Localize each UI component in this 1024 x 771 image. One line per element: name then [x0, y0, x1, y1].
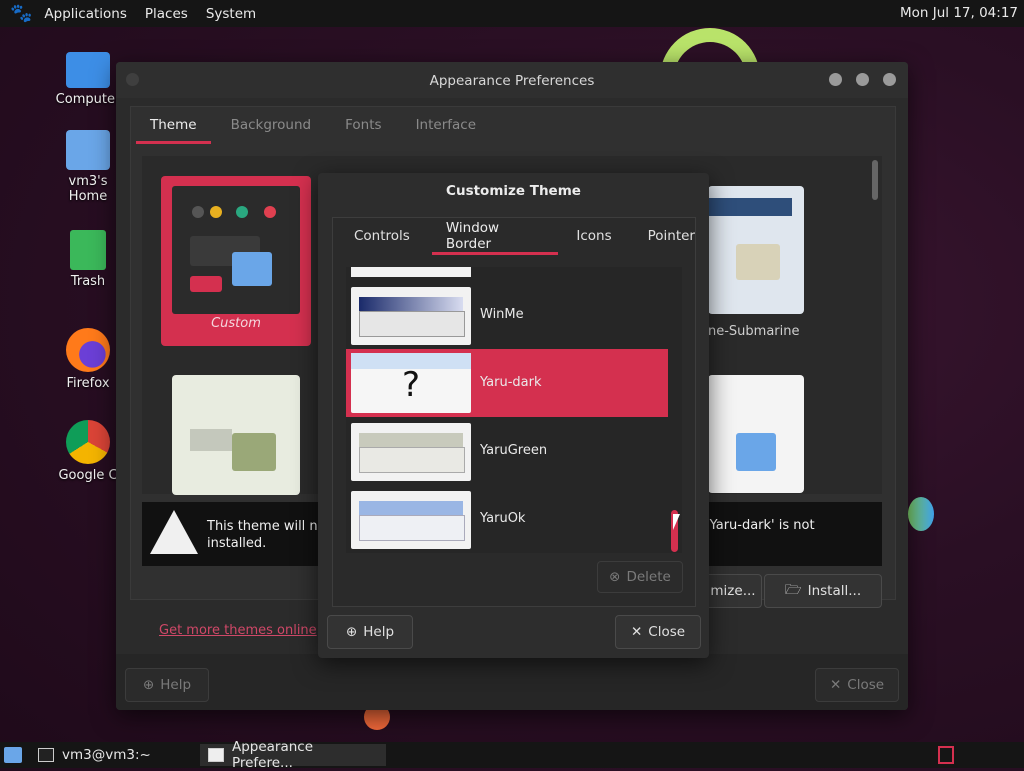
- action-area: [116, 654, 908, 710]
- tab-pointer[interactable]: Pointer: [634, 217, 709, 255]
- computer-icon: [66, 52, 110, 88]
- wallpaper-shape: [908, 497, 934, 531]
- folder-icon: [232, 252, 272, 286]
- minimize-button[interactable]: [829, 73, 842, 86]
- border-preview: ?: [351, 353, 471, 413]
- list-item-yaruok[interactable]: YaruOk: [346, 487, 668, 551]
- dialog-help-label: Help: [363, 624, 395, 640]
- maximize-button[interactable]: [856, 73, 869, 86]
- tab-interface[interactable]: Interface: [402, 106, 490, 144]
- missing-preview-glyph: ?: [401, 365, 421, 405]
- tab-theme[interactable]: Theme: [136, 106, 211, 144]
- theme-item-custom[interactable]: Custom: [161, 176, 311, 346]
- window-menu-button[interactable]: [126, 73, 139, 86]
- list-item-label: Yaru-dark: [480, 375, 542, 390]
- bottom-panel: vm3@vm3:~ Appearance Prefere...: [0, 739, 1024, 771]
- window-title: Appearance Preferences: [429, 73, 595, 89]
- delete-button[interactable]: ⊗ Delete: [597, 561, 683, 593]
- mouse-cursor-icon: [673, 514, 680, 530]
- customize-tabs: Controls Window Border Icons Pointer: [340, 217, 709, 255]
- list-item-label: YaruOk: [480, 511, 526, 526]
- taskbar-item-label: vm3@vm3:~: [62, 747, 151, 763]
- theme-item-highcontrast[interactable]: [708, 375, 804, 493]
- appearance-tabs: Theme Background Fonts Interface: [136, 106, 490, 144]
- border-preview: [351, 491, 471, 549]
- close-button[interactable]: ✕ Close: [815, 668, 899, 702]
- help-label: Help: [160, 677, 192, 693]
- close-icon: ✕: [829, 677, 842, 693]
- list-item-label: YaruGreen: [480, 443, 548, 458]
- help-button[interactable]: ⊕ Help: [125, 668, 209, 702]
- tab-controls[interactable]: Controls: [340, 217, 424, 255]
- menu-applications[interactable]: Applications: [44, 6, 126, 22]
- grid-scrollbar[interactable]: [872, 160, 878, 200]
- checkbox-icon: [190, 276, 222, 292]
- theme-label: ne-Submarine: [708, 324, 800, 339]
- help-icon: ⊕: [345, 624, 358, 640]
- window-titlebar[interactable]: Appearance Preferences: [116, 62, 908, 98]
- menu-places[interactable]: Places: [145, 6, 188, 22]
- install-label: Install...: [807, 583, 862, 599]
- terminal-icon: [38, 748, 54, 762]
- tab-window-border[interactable]: Window Border: [431, 217, 559, 255]
- warning-icon: [150, 510, 198, 554]
- list-item-yaru-dark[interactable]: ? Yaru-dark: [346, 349, 668, 417]
- gnome-foot-icon[interactable]: 🐾: [10, 3, 32, 24]
- folder-icon: [232, 433, 276, 471]
- theme-item-green[interactable]: [172, 375, 300, 495]
- tab-icons[interactable]: Icons: [562, 217, 625, 255]
- workspace-switcher-icon[interactable]: [938, 746, 954, 764]
- home-folder-icon: [66, 130, 110, 170]
- theme-item-submarine[interactable]: [708, 186, 804, 314]
- list-item-label: WinMe: [480, 307, 524, 322]
- delete-label: Delete: [626, 569, 671, 585]
- list-item-yarugreen[interactable]: YaruGreen: [346, 419, 668, 483]
- delete-icon: ⊗: [609, 569, 621, 585]
- install-button[interactable]: 🗁 Install...: [764, 574, 882, 608]
- warning-text-right: 'Yaru-dark' is not: [706, 518, 815, 533]
- chrome-icon: [66, 420, 110, 464]
- tab-background[interactable]: Background: [217, 106, 326, 144]
- border-preview: [351, 287, 471, 345]
- customize-button[interactable]: mize...: [704, 574, 762, 608]
- window-icon: [208, 748, 224, 762]
- clock[interactable]: Mon Jul 17, 04:17: [900, 5, 1018, 21]
- dialog-close-button[interactable]: ✕ Close: [615, 615, 701, 649]
- menu-system[interactable]: System: [206, 6, 256, 22]
- trash-icon: [70, 230, 106, 270]
- folder-icon: [736, 244, 780, 280]
- taskbar-item-appearance[interactable]: Appearance Prefere...: [200, 739, 386, 771]
- taskbar-item-terminal[interactable]: vm3@vm3:~: [30, 744, 159, 766]
- theme-label: Custom: [211, 316, 261, 331]
- dialog-title: Customize Theme: [446, 183, 581, 199]
- customize-label: mize...: [710, 583, 756, 599]
- close-label: Close: [847, 677, 885, 693]
- tab-fonts[interactable]: Fonts: [331, 106, 395, 144]
- show-desktop-icon[interactable]: [4, 747, 22, 763]
- border-preview: [351, 423, 471, 481]
- theme-preview: [172, 186, 300, 314]
- dialog-close-label: Close: [648, 624, 686, 640]
- help-icon: ⊕: [142, 677, 155, 693]
- list-item-partial[interactable]: [351, 267, 471, 277]
- top-panel: 🐾 Applications Places System Mon Jul 17,…: [0, 0, 1024, 27]
- titlebar-preview: [708, 198, 792, 216]
- open-button-preview: [190, 429, 232, 451]
- get-more-themes-link[interactable]: Get more themes online: [159, 623, 317, 638]
- folder-open-icon: 🗁: [784, 581, 802, 598]
- list-item-winme[interactable]: WinMe: [346, 283, 668, 347]
- folder-icon: [736, 433, 776, 471]
- close-window-button[interactable]: [883, 73, 896, 86]
- close-icon: ✕: [630, 624, 643, 640]
- warning-text-left: This theme will no installed.: [207, 519, 326, 551]
- firefox-icon: [66, 328, 110, 372]
- taskbar-item-label: Appearance Prefere...: [231, 739, 314, 771]
- dialog-help-button[interactable]: ⊕ Help: [327, 615, 413, 649]
